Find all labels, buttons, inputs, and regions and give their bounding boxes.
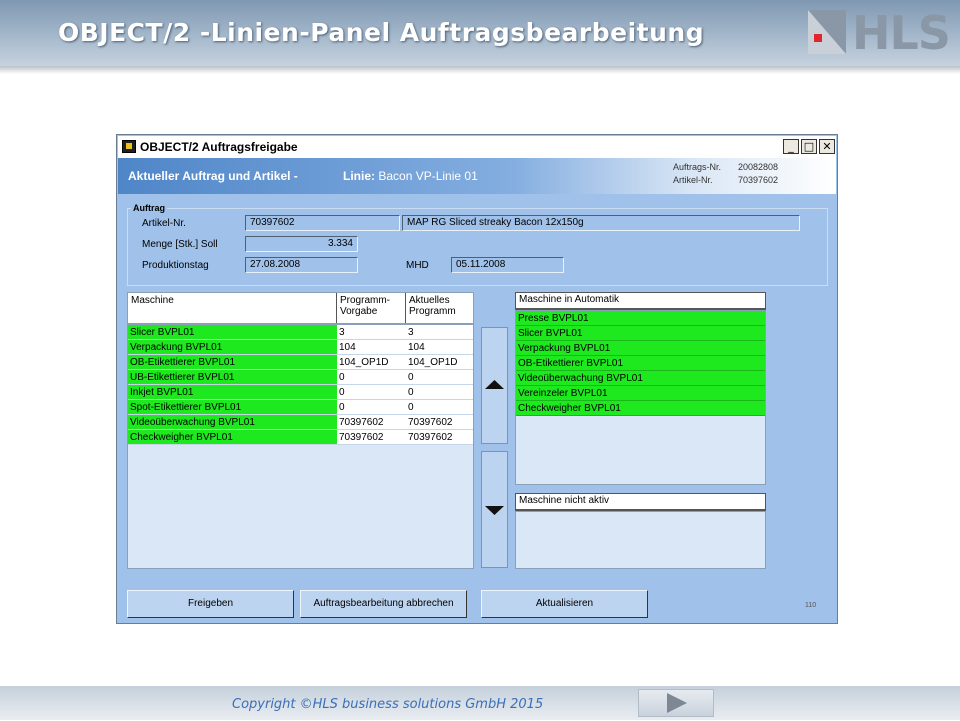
automatic-machines-list[interactable]: Presse BVPL01 Slicer BVPL01 Verpackung B… [515,310,766,485]
current-program-cell: 70397602 [406,415,473,430]
automatic-list-header: Maschine in Automatik [515,292,766,310]
article-no-label: Artikel-Nr. [673,175,713,185]
machine-cell: Verpackung BVPL01 [128,340,337,355]
slide-header-shadow [0,66,960,74]
play-next-icon [667,693,687,713]
machine-cell: Videoüberwachung BVPL01 [128,415,337,430]
current-program-cell: 104_OP1D [406,355,473,370]
target-program-cell: 70397602 [337,430,406,445]
inactive-machines-list[interactable] [515,511,766,569]
list-item[interactable]: Checkweigher BVPL01 [516,401,765,416]
slide-title: OBJECT/2 -Linien-Panel Auftragsbearbeitu… [58,18,705,47]
target-program-cell: 0 [337,385,406,400]
order-no-value: 20082808 [738,162,779,172]
column-header-machine[interactable]: Maschine [128,293,337,323]
window-titlebar[interactable]: OBJECT/2 Auftragsfreigabe _ □ ✕ [118,136,836,158]
current-program-cell: 0 [406,385,473,400]
list-item[interactable]: OB-Etikettierer BVPL01 [516,356,765,371]
app-window: OBJECT/2 Auftragsfreigabe _ □ ✕ Aktuelle… [116,134,838,624]
current-program-cell: 0 [406,400,473,415]
current-program-cell: 70397602 [406,430,473,445]
next-slide-button[interactable] [638,689,714,717]
minimize-button[interactable]: _ [783,139,799,154]
article-no-value: 70397602 [738,175,779,185]
refresh-button[interactable]: Aktualisieren [481,590,648,618]
cancel-order-button[interactable]: Auftragsbearbeitung abbrechen [300,590,467,618]
column-header-machine-label: Maschine [131,295,174,306]
machine-cell: Slicer BVPL01 [128,325,337,340]
list-item[interactable]: Slicer BVPL01 [516,326,765,341]
app-icon [122,140,136,153]
order-group-title: Auftrag [131,203,167,213]
column-header-target-label: Programm- Vorgabe [340,295,391,317]
quantity-label: Menge [Stk.] Soll [142,239,218,250]
line-info: Linie: Bacon VP-Linie 01 [343,169,478,183]
list-item[interactable]: Presse BVPL01 [516,311,765,326]
production-day-label: Produktionstag [142,260,209,271]
target-program-cell: 70397602 [337,415,406,430]
line-value: Bacon VP-Linie 01 [378,169,478,183]
article-field[interactable]: 70397602 [245,215,400,231]
article-label: Artikel-Nr. [142,218,186,229]
target-program-cell: 0 [337,370,406,385]
current-order-label: Aktueller Auftrag und Artikel - [128,169,298,183]
current-order-header: Aktueller Auftrag und Artikel - Linie: B… [118,158,836,194]
line-label: Linie: [343,169,375,183]
current-program-cell: 0 [406,370,473,385]
production-day-field[interactable]: 27.08.2008 [245,257,358,273]
mhd-label: MHD [406,260,429,271]
machine-cell: Spot-Etikettierer BVPL01 [128,400,337,415]
list-item[interactable]: Videoüberwachung BVPL01 [516,371,765,386]
column-header-target-program[interactable]: Programm- Vorgabe [337,293,406,323]
target-program-cell: 3 [337,325,406,340]
target-program-cell: 104_OP1D [337,355,406,370]
article-description-field[interactable]: MAP RG Sliced streaky Bacon 12x150g [402,215,800,231]
arrow-up-icon [485,380,504,389]
release-button[interactable]: Freigeben [127,590,294,618]
target-program-cell: 0 [337,400,406,415]
maximize-button[interactable]: □ [801,139,817,154]
window-title: OBJECT/2 Auftragsfreigabe [140,140,298,154]
machines-table[interactable]: Slicer BVPL01 3 3 Verpackung BVPL01 104 … [127,324,474,569]
column-header-current-label: Aktuelles Programm [409,295,456,317]
move-down-button[interactable] [481,451,508,568]
version-label: 110 [805,602,817,609]
machine-cell: Checkweigher BVPL01 [128,430,337,445]
move-up-button[interactable] [481,327,508,444]
hls-logo: HLS [800,4,952,60]
quantity-field[interactable]: 3.334 [245,236,358,252]
mhd-field[interactable]: 05.11.2008 [451,257,564,273]
close-button[interactable]: ✕ [819,139,835,154]
copyright-text: Copyright ©HLS business solutions GmbH 2… [232,697,544,712]
arrow-down-icon [485,506,504,515]
target-program-cell: 104 [337,340,406,355]
inactive-list-header: Maschine nicht aktiv [515,493,766,511]
machine-cell: OB-Etikettierer BVPL01 [128,355,337,370]
column-header-current-program[interactable]: Aktuelles Programm [406,293,475,323]
list-item[interactable]: Verpackung BVPL01 [516,341,765,356]
logo-text: HLS [852,6,951,60]
current-program-cell: 3 [406,325,473,340]
list-item[interactable]: Vereinzeler BVPL01 [516,386,765,401]
current-program-cell: 104 [406,340,473,355]
logo-mark-icon [808,10,846,54]
order-no-label: Auftrags-Nr. [673,162,722,172]
machines-table-header: Maschine Programm- Vorgabe Aktuelles Pro… [127,292,474,324]
machine-cell: Inkjet BVPL01 [128,385,337,400]
machine-cell: UB-Etikettierer BVPL01 [128,370,337,385]
